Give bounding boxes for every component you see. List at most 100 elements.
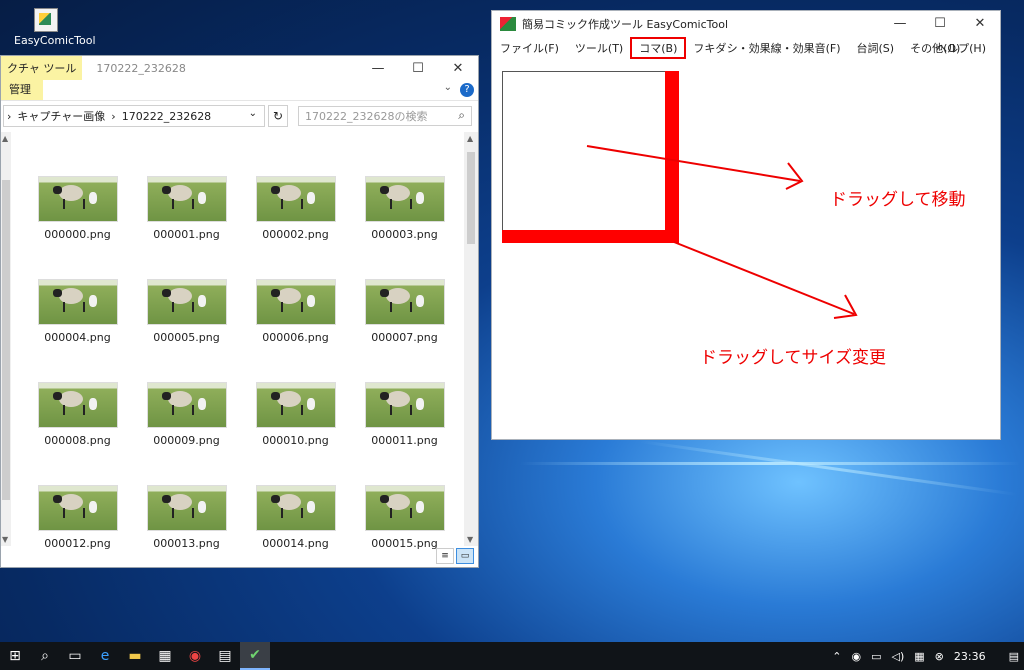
file-item[interactable]: 000012.png (23, 485, 132, 588)
file-item[interactable]: 000001.png (132, 176, 241, 279)
move-instruction: ドラッグして移動 (830, 190, 966, 210)
refresh-icon[interactable]: ↻ (268, 105, 288, 127)
image-thumbnail (146, 485, 227, 531)
breadcrumb-item[interactable]: キャプチャー画像 (17, 108, 105, 124)
image-thumbnail (255, 279, 336, 325)
file-name: 000010.png (262, 434, 329, 447)
move-arrowhead (785, 162, 804, 190)
volume-icon[interactable]: ◁) (892, 650, 905, 663)
start-icon[interactable]: ⊞ (0, 642, 30, 670)
file-item[interactable]: 000008.png (23, 382, 132, 485)
details-view-icon[interactable]: ≡ (436, 548, 454, 564)
desktop-shortcut[interactable]: EasyComicTool (14, 8, 96, 47)
minimize-button[interactable]: — (358, 56, 398, 80)
nav-pane-scrollbar[interactable]: ▲ ▼ (1, 132, 11, 546)
notification-icon[interactable]: ▤ (1009, 650, 1019, 663)
chevron-up-icon[interactable]: ⌃ (832, 650, 841, 663)
search-input[interactable]: 170222_232628の検索 ⌕ (298, 106, 472, 126)
chevron-down-icon[interactable]: ⌄ (249, 108, 257, 119)
panel-right-handle[interactable] (665, 71, 679, 243)
chrome-icon[interactable]: ◉ (180, 642, 210, 670)
image-thumbnail (255, 382, 336, 428)
close-button[interactable]: ✕ (438, 56, 478, 80)
file-name: 000007.png (371, 331, 438, 344)
scroll-up-icon[interactable]: ▲ (467, 134, 473, 143)
comic-canvas[interactable]: ドラッグして移動 ドラッグしてサイズ変更 (492, 59, 1000, 439)
large-icons-view-icon[interactable]: ▭ (456, 548, 474, 564)
clock[interactable]: 23:36 (954, 650, 986, 663)
file-name: 000002.png (262, 228, 329, 241)
search-placeholder: 170222_232628の検索 (305, 110, 428, 123)
vertical-scrollbar[interactable]: ▲ ▼ (464, 132, 478, 546)
scrollbar-thumb[interactable] (467, 152, 475, 244)
keyboard-icon[interactable]: ▦ (914, 650, 924, 663)
folder-icon[interactable]: ▬ (120, 642, 150, 670)
search-icon[interactable]: ⌕ (30, 642, 60, 670)
close-button[interactable]: ✕ (960, 11, 1000, 35)
file-item[interactable]: 000015.png (350, 485, 459, 588)
task-view-icon[interactable]: ▭ (60, 642, 90, 670)
file-item[interactable]: 000004.png (23, 279, 132, 382)
easy-comic-tool-window: 簡易コミック作成ツール EasyComicTool — ☐ ✕ ファイル(F) ツ… (491, 10, 1001, 440)
menu-help[interactable]: ヘルプ(H) (928, 38, 994, 58)
picture-tools-tab[interactable]: クチャ ツール (1, 56, 83, 80)
file-explorer-window: クチャ ツール 170222_232628 — ☐ ✕ 管理 ⌄ ? › キャプ… (0, 55, 479, 568)
resize-instruction: ドラッグしてサイズ変更 (700, 348, 886, 368)
file-item[interactable]: 000013.png (132, 485, 241, 588)
file-item[interactable]: 000006.png (241, 279, 350, 382)
scroll-down-icon[interactable]: ▼ (2, 535, 8, 544)
network-icon[interactable]: ▭ (871, 650, 881, 663)
menu-item[interactable]: ツール(T) (567, 38, 631, 58)
ime-icon[interactable]: ⊗ (935, 650, 944, 663)
breadcrumb-item[interactable]: 170222_232628 (122, 110, 211, 123)
file-view: ▲ ▼ 000000.png 000001.png 000002.png 000003… (1, 132, 478, 550)
location-icon[interactable]: ◉ (851, 650, 861, 663)
file-item[interactable]: 000007.png (350, 279, 459, 382)
scroll-down-icon[interactable]: ▼ (467, 535, 473, 544)
scrollbar-thumb[interactable] (2, 180, 10, 500)
image-thumbnail (37, 176, 118, 222)
menu-item[interactable]: コマ(B) (630, 37, 687, 59)
image-thumbnail (37, 279, 118, 325)
file-name: 000003.png (371, 228, 438, 241)
manage-tab[interactable]: 管理 (1, 80, 43, 100)
edge-icon[interactable]: e (90, 642, 120, 670)
file-item[interactable]: 000014.png (241, 485, 350, 588)
system-tray: ⌃ ◉ ▭ ◁) ▦ ⊗ 23:36 ▤ (827, 642, 1024, 670)
file-item[interactable]: 000000.png (23, 176, 132, 279)
wallpaper-light-beam (520, 462, 1020, 465)
image-thumbnail (146, 176, 227, 222)
app-shortcut-icon (34, 8, 58, 32)
image-thumbnail (37, 382, 118, 428)
scroll-up-icon[interactable]: ▲ (2, 134, 8, 143)
ribbon-bar: 管理 ⌄ ? (1, 80, 478, 100)
desktop-shortcut-label: EasyComicTool (14, 34, 96, 47)
file-name: 000000.png (44, 228, 111, 241)
breadcrumb-separator-icon: › (111, 109, 116, 123)
image-thumbnail (364, 485, 445, 531)
file-item[interactable]: 000003.png (350, 176, 459, 279)
address-bar[interactable]: › キャプチャー画像 › 170222_232628 ⌄ (3, 105, 265, 127)
image-thumbnail (146, 382, 227, 428)
file-item[interactable]: 000011.png (350, 382, 459, 485)
file-item[interactable]: 000010.png (241, 382, 350, 485)
photos-icon[interactable]: ▤ (210, 642, 240, 670)
explorer-titlebar: クチャ ツール 170222_232628 — ☐ ✕ (1, 56, 478, 80)
menu-item[interactable]: 台詞(S) (849, 38, 903, 58)
minimize-button[interactable]: — (880, 11, 920, 35)
easycomictool-taskbar-icon[interactable]: ✔ (240, 642, 270, 670)
comic-panel[interactable] (502, 71, 677, 243)
maximize-button[interactable]: ☐ (920, 11, 960, 35)
file-item[interactable]: 000002.png (241, 176, 350, 279)
menu-item[interactable]: フキダシ・効果線・効果音(F) (685, 38, 848, 58)
maximize-button[interactable]: ☐ (398, 56, 438, 80)
panel-bottom-handle[interactable] (502, 230, 679, 243)
file-item[interactable]: 000005.png (132, 279, 241, 382)
help-icon[interactable]: ? (460, 83, 474, 97)
app-icon (500, 17, 516, 31)
chevron-down-icon[interactable]: ⌄ (444, 82, 452, 93)
explorer-title: 170222_232628 (96, 61, 186, 75)
file-item[interactable]: 000009.png (132, 382, 241, 485)
store-icon[interactable]: ▦ (150, 642, 180, 670)
menu-item[interactable]: ファイル(F) (492, 38, 567, 58)
